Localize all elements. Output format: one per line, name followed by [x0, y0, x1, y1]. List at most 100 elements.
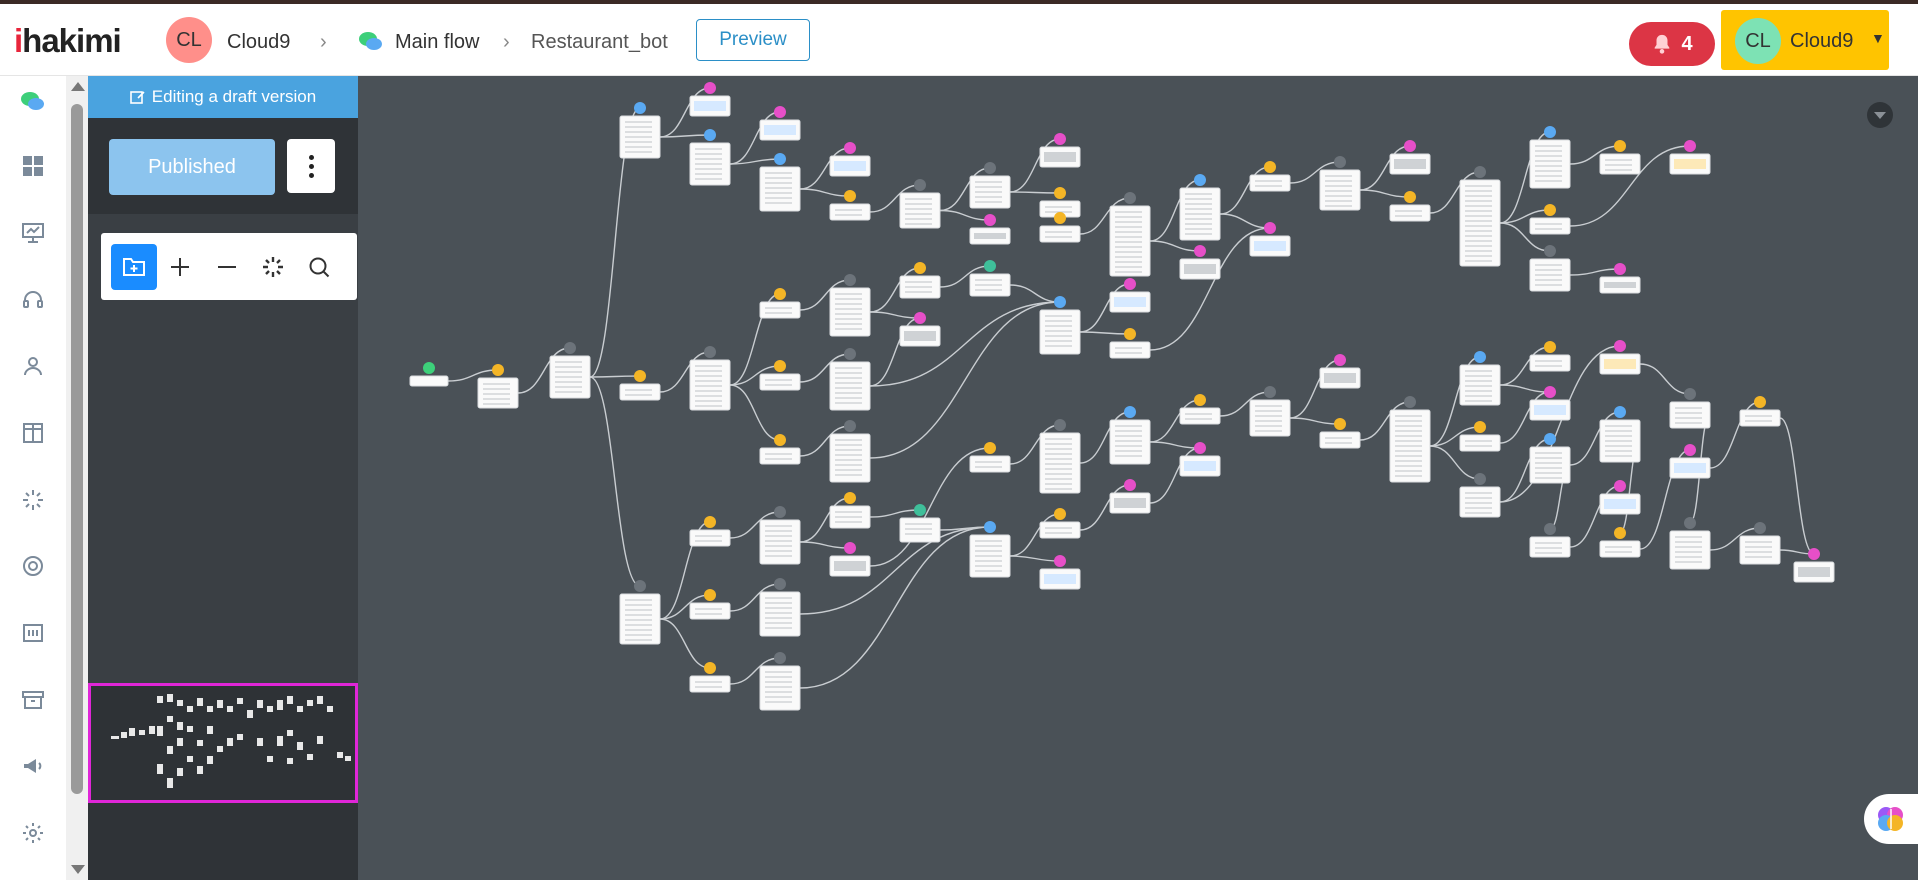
flow-node[interactable]: [1109, 479, 1151, 514]
node-connector[interactable]: [844, 348, 856, 360]
flow-node[interactable]: [759, 506, 801, 565]
node-connector[interactable]: [1194, 245, 1206, 257]
flow-node[interactable]: [969, 442, 1011, 473]
node-connector[interactable]: [1054, 296, 1066, 308]
node-connector[interactable]: [1264, 222, 1276, 234]
node-connector[interactable]: [634, 580, 646, 592]
flow-node[interactable]: [1599, 527, 1641, 558]
node-connector[interactable]: [774, 288, 786, 300]
node-connector[interactable]: [1404, 140, 1416, 152]
flow-node[interactable]: [1669, 517, 1711, 570]
flow-node[interactable]: [969, 521, 1011, 578]
more-options-button[interactable]: [287, 139, 335, 193]
flow-node[interactable]: [1249, 222, 1291, 257]
node-connector[interactable]: [1124, 278, 1136, 290]
node-connector[interactable]: [704, 82, 716, 94]
flow-node[interactable]: [689, 589, 731, 620]
flow-node[interactable]: [759, 360, 801, 391]
node-connector[interactable]: [1054, 555, 1066, 567]
form-icon[interactable]: [19, 619, 47, 647]
columns-icon[interactable]: [19, 419, 47, 447]
node-connector[interactable]: [1544, 126, 1556, 138]
node-connector[interactable]: [914, 179, 926, 191]
zoom-out-icon[interactable]: [204, 244, 250, 290]
node-connector[interactable]: [1544, 204, 1556, 216]
flow-node[interactable]: [689, 662, 731, 693]
node-connector[interactable]: [1474, 351, 1486, 363]
flow-node[interactable]: [1109, 328, 1151, 359]
flow-node[interactable]: [1529, 204, 1571, 235]
flow-node[interactable]: [1459, 421, 1501, 452]
flow-node[interactable]: [759, 106, 801, 141]
node-connector[interactable]: [1334, 418, 1346, 430]
sidebar-scrollbar[interactable]: [66, 76, 88, 880]
flow-node[interactable]: [829, 492, 871, 529]
node-connector[interactable]: [984, 442, 996, 454]
node-connector[interactable]: [984, 260, 996, 272]
node-connector[interactable]: [844, 420, 856, 432]
node-connector[interactable]: [1754, 522, 1766, 534]
node-connector[interactable]: [1614, 480, 1626, 492]
node-connector[interactable]: [492, 364, 504, 376]
flow-node[interactable]: [1249, 386, 1291, 437]
node-connector[interactable]: [984, 162, 996, 174]
node-connector[interactable]: [774, 434, 786, 446]
search-icon[interactable]: [296, 244, 342, 290]
flow-node[interactable]: [1319, 354, 1361, 389]
node-connector[interactable]: [1754, 396, 1766, 408]
flow-node[interactable]: [969, 162, 1011, 209]
node-connector[interactable]: [1684, 388, 1696, 400]
flow-node[interactable]: [1039, 508, 1081, 539]
flow-node[interactable]: [689, 82, 731, 117]
flow-node[interactable]: [1109, 278, 1151, 313]
node-connector[interactable]: [704, 589, 716, 601]
node-connector[interactable]: [1054, 212, 1066, 224]
node-connector[interactable]: [704, 516, 716, 528]
node-connector[interactable]: [704, 129, 716, 141]
workspace-avatar[interactable]: CL: [166, 17, 212, 63]
node-connector[interactable]: [1808, 548, 1820, 560]
flow-node[interactable]: [1179, 174, 1221, 241]
flow-node[interactable]: [619, 580, 661, 645]
flow-node[interactable]: [689, 129, 731, 186]
flow-node[interactable]: [1599, 480, 1641, 515]
flow-node[interactable]: [1669, 140, 1711, 175]
node-connector[interactable]: [1054, 508, 1066, 520]
breadcrumb-flow[interactable]: Main flow: [395, 31, 479, 54]
flow-node[interactable]: [549, 342, 591, 399]
flow-node[interactable]: [899, 179, 941, 229]
node-connector[interactable]: [1474, 473, 1486, 485]
flow-node[interactable]: [1739, 396, 1781, 427]
node-connector[interactable]: [774, 106, 786, 118]
node-connector[interactable]: [844, 542, 856, 554]
flow-node[interactable]: [477, 364, 519, 409]
loader-icon[interactable]: [19, 486, 47, 514]
flow-node[interactable]: [1459, 351, 1501, 406]
node-connector[interactable]: [1614, 406, 1626, 418]
node-connector[interactable]: [1614, 340, 1626, 352]
flow-node[interactable]: [1669, 388, 1711, 429]
headset-icon[interactable]: [19, 286, 47, 314]
ai-assistant-button[interactable]: [1864, 794, 1918, 844]
megaphone-icon[interactable]: [19, 752, 47, 780]
chat-flow-icon[interactable]: [19, 88, 47, 116]
flow-node[interactable]: [1739, 522, 1781, 565]
archive-icon[interactable]: [19, 686, 47, 714]
node-connector[interactable]: [1544, 523, 1556, 535]
flow-node[interactable]: [1599, 406, 1641, 463]
settings-icon[interactable]: [19, 819, 47, 847]
node-connector[interactable]: [1264, 386, 1276, 398]
flow-node[interactable]: [409, 362, 449, 387]
add-folder-icon[interactable]: [111, 244, 157, 290]
flow-node[interactable]: [1529, 433, 1571, 484]
node-connector[interactable]: [564, 342, 576, 354]
node-connector[interactable]: [704, 662, 716, 674]
canvas-minimap[interactable]: [88, 683, 358, 803]
node-connector[interactable]: [634, 370, 646, 382]
flow-node[interactable]: [1529, 245, 1571, 292]
node-connector[interactable]: [1684, 444, 1696, 456]
flow-node[interactable]: [899, 262, 941, 299]
flow-node[interactable]: [1599, 340, 1641, 375]
scroll-up-icon[interactable]: [71, 82, 85, 91]
node-connector[interactable]: [844, 492, 856, 504]
